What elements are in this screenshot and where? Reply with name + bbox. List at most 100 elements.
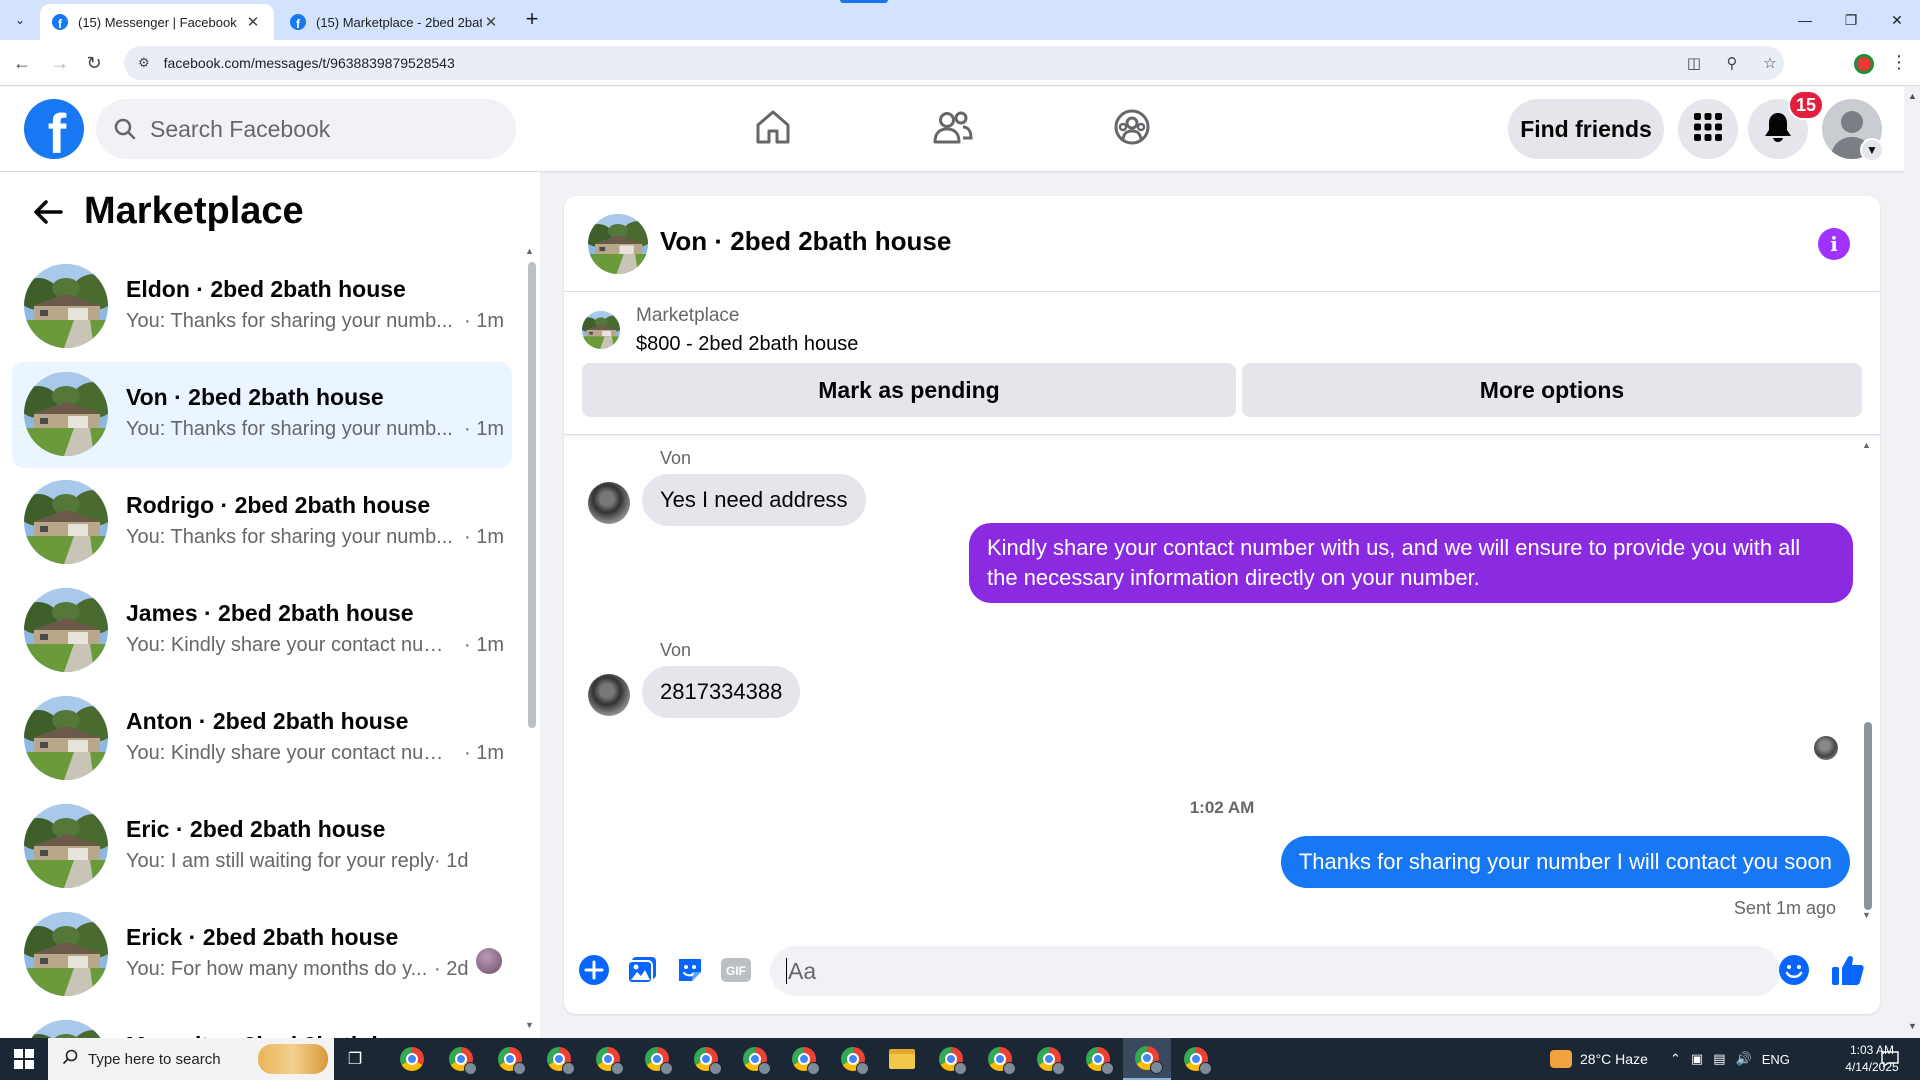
chrome-taskbar-icon[interactable]	[633, 1038, 681, 1080]
chrome-taskbar-icon[interactable]	[486, 1038, 534, 1080]
new-tab-plus-icon[interactable]: +	[520, 8, 544, 32]
nav-friends[interactable]	[898, 87, 1008, 171]
chrome-icon	[792, 1047, 820, 1075]
back-arrow-icon[interactable]	[28, 192, 68, 232]
outgoing-message: Thanks for sharing your number I will co…	[1280, 836, 1850, 888]
browser-tab-marketplace[interactable]: f (15) Marketplace - 2bed 2bath ✕	[278, 4, 512, 40]
volume-icon[interactable]: 🔊	[1736, 1051, 1752, 1067]
show-hidden-icons-chevron-icon[interactable]: ⌃	[1670, 1051, 1681, 1067]
reload-icon[interactable]: ↻	[80, 49, 108, 77]
page-scrollbar[interactable]: ▲ ▼	[1904, 87, 1920, 1038]
chrome-taskbar-icon[interactable]	[682, 1038, 730, 1080]
network-icon[interactable]: ▤	[1713, 1051, 1725, 1067]
sender-avatar[interactable]	[588, 674, 630, 716]
minimize-icon[interactable]: —	[1782, 0, 1828, 40]
conversation-item[interactable]: Eric · 2bed 2bath house You: I am still w…	[12, 794, 512, 900]
nav-home[interactable]	[718, 87, 828, 171]
meet-now-icon[interactable]: ▣	[1691, 1051, 1703, 1067]
sent-status: Sent 1m ago	[1733, 898, 1836, 918]
listing-small-thumbnail[interactable]	[582, 311, 620, 349]
chrome-taskbar-icon[interactable]	[927, 1038, 975, 1080]
conversation-item[interactable]: Eldon · 2bed 2bath house You: Thanks for …	[12, 254, 512, 360]
mark-as-pending-button[interactable]: Mark as pending	[582, 363, 1236, 417]
conversation-item[interactable]: Rodrigo · 2bed 2bath house You: Thanks fo…	[12, 470, 512, 576]
restore-icon[interactable]: ❐	[1828, 0, 1874, 40]
zoom-icon[interactable]: ⚲	[1722, 49, 1742, 77]
thumbs-up-icon[interactable]	[1828, 950, 1868, 990]
chrome-taskbar-icon[interactable]	[1074, 1038, 1122, 1080]
weather-widget[interactable]: 28°C Haze	[1550, 1038, 1648, 1080]
scroll-up-arrow-icon[interactable]: ▲	[1862, 440, 1871, 450]
nav-groups[interactable]	[1077, 87, 1187, 171]
chrome-taskbar-icon[interactable]	[388, 1038, 436, 1080]
browser-profile-icon[interactable]	[1854, 54, 1874, 74]
sender-avatar[interactable]	[588, 482, 630, 524]
more-options-button[interactable]: More options	[1242, 363, 1862, 417]
message-input[interactable]: Aa	[770, 946, 1780, 996]
chrome-taskbar-icon[interactable]	[535, 1038, 583, 1080]
plus-circle-icon[interactable]	[574, 950, 614, 990]
menu-grid-button[interactable]	[1678, 99, 1738, 159]
photo-icon[interactable]	[622, 950, 662, 990]
address-bar[interactable]: ⚙ facebook.com/messages/t/96388398795285…	[124, 46, 1784, 80]
tab-close-icon[interactable]: ✕	[244, 13, 262, 31]
install-app-icon[interactable]: ◫	[1684, 49, 1704, 77]
notification-center-icon[interactable]	[1880, 1049, 1900, 1069]
tab-close-icon[interactable]: ✕	[482, 13, 500, 31]
chat-title[interactable]: Von · 2bed 2bath house	[660, 226, 951, 257]
account-chevron-down-icon[interactable]: ▼	[1860, 138, 1884, 162]
task-view-icon[interactable]: ❐	[344, 1048, 366, 1070]
taskbar-search-box[interactable]: Type here to search	[48, 1038, 334, 1080]
gif-icon[interactable]: GIF	[716, 950, 756, 990]
scroll-down-arrow-icon[interactable]: ▼	[525, 1020, 534, 1030]
chrome-taskbar-icon[interactable]	[780, 1038, 828, 1080]
weather-text: 28°C Haze	[1580, 1051, 1648, 1067]
forward-arrow-icon[interactable]: →	[46, 49, 74, 77]
tab-search-chevron-icon[interactable]: ⌄	[8, 8, 32, 32]
chrome-icon	[1184, 1047, 1212, 1075]
facebook-logo-icon[interactable]: f	[24, 99, 84, 159]
chrome-taskbar-icon[interactable]	[731, 1038, 779, 1080]
omnibox-actions: ◫ ⚲ ☆	[1684, 49, 1780, 77]
facebook-search-box[interactable]: Search Facebook	[96, 99, 516, 159]
chrome-taskbar-icon[interactable]	[1123, 1038, 1171, 1080]
file-explorer-taskbar-icon[interactable]	[878, 1038, 926, 1080]
address-url: facebook.com/messages/t/9638839879528543	[163, 55, 455, 71]
chrome-taskbar-icon[interactable]	[829, 1038, 877, 1080]
message-timestamp: 1:02 AM	[1189, 798, 1255, 817]
emoji-icon[interactable]	[1774, 950, 1814, 990]
conversation-item[interactable]: James · 2bed 2bath house You: Kindly shar…	[12, 578, 512, 684]
chrome-icon	[498, 1047, 526, 1075]
language-indicator[interactable]: ENG	[1762, 1052, 1790, 1067]
chrome-taskbar-icon[interactable]	[1025, 1038, 1073, 1080]
browser-menu-icon[interactable]: ⋮	[1890, 52, 1908, 73]
chrome-taskbar-icon[interactable]	[437, 1038, 485, 1080]
bookmark-star-icon[interactable]: ☆	[1760, 49, 1780, 77]
listing-title[interactable]: $800 - 2bed 2bath house	[636, 333, 858, 356]
conversation-item[interactable]: Morenito · 2bed 2bath house	[12, 1010, 512, 1038]
sidebar-scrollbar[interactable]	[528, 262, 536, 728]
find-friends-button[interactable]: Find friends	[1508, 99, 1664, 159]
scroll-down-arrow-icon[interactable]: ▼	[1908, 1021, 1917, 1031]
browser-tab-messenger[interactable]: f (15) Messenger | Facebook ✕	[40, 4, 274, 40]
conversation-item[interactable]: Anton · 2bed 2bath house You: Kindly shar…	[12, 686, 512, 792]
chrome-taskbar-icon[interactable]	[584, 1038, 632, 1080]
scroll-up-arrow-icon[interactable]: ▲	[1908, 91, 1917, 101]
window-close-icon[interactable]: ✕	[1874, 0, 1920, 40]
scroll-down-arrow-icon[interactable]: ▼	[1862, 910, 1871, 920]
listing-thumbnail[interactable]	[588, 214, 648, 274]
chrome-taskbar-icon[interactable]	[1172, 1038, 1220, 1080]
bell-icon	[1763, 111, 1793, 148]
back-arrow-icon[interactable]: ←	[8, 49, 36, 77]
info-icon[interactable]: i	[1818, 228, 1850, 260]
message-thread: Von Yes I need address Kindly share your…	[564, 436, 1880, 932]
chrome-icon	[400, 1047, 424, 1071]
conversation-item[interactable]: Erick · 2bed 2bath house You: For how man…	[12, 902, 512, 1008]
sticker-icon[interactable]	[670, 950, 710, 990]
conversation-item[interactable]: Von · 2bed 2bath house You: Thanks for sh…	[12, 362, 512, 468]
windows-start-icon[interactable]	[0, 1038, 48, 1080]
chat-scrollbar[interactable]	[1864, 722, 1872, 910]
site-info-icon[interactable]: ⚙	[138, 55, 150, 71]
scroll-up-arrow-icon[interactable]: ▲	[525, 246, 534, 256]
chrome-taskbar-icon[interactable]	[976, 1038, 1024, 1080]
